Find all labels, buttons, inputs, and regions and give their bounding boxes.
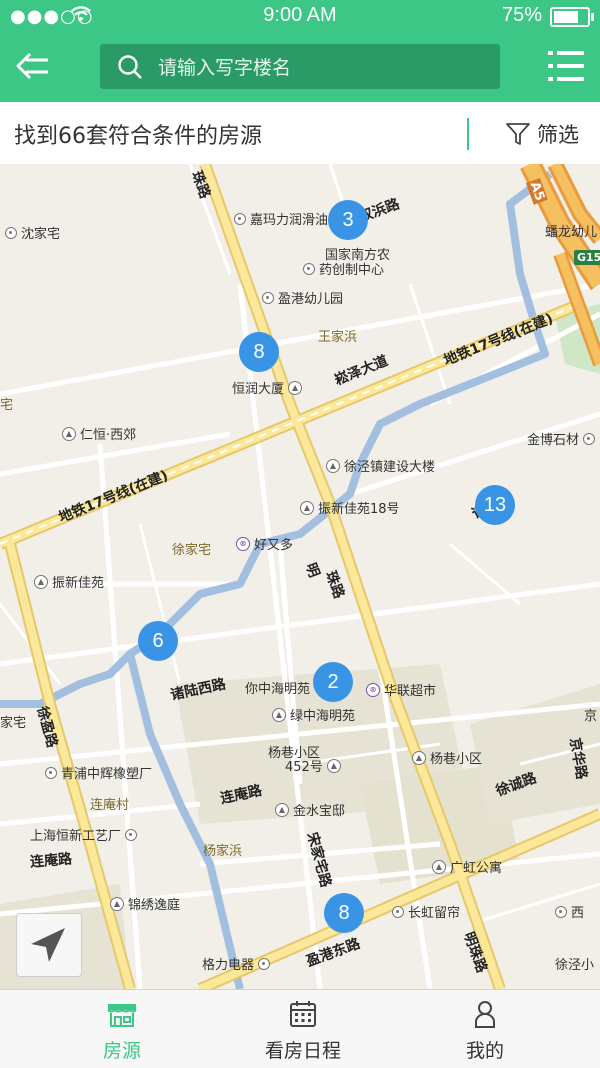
poi-lv-zhonghai[interactable]: ▲ 绿中海明苑	[272, 705, 355, 724]
poi-jinshuibao[interactable]: ▲ 金水宝邸	[275, 800, 345, 819]
poi-yangxiang452[interactable]: 452号 ▲	[285, 756, 341, 775]
filter-button[interactable]: 筛选	[505, 116, 579, 152]
poi-marker-icon	[303, 262, 315, 275]
building-icon: ▲	[272, 707, 286, 722]
poi-zhenxin[interactable]: ▲ 振新佳苑	[34, 572, 104, 591]
tab-schedule[interactable]: 看房日程	[203, 990, 403, 1068]
poi-guojia-nanfang[interactable]: 药创制中心	[303, 259, 384, 278]
tab-label: 房源	[102, 1040, 141, 1062]
battery-icon	[550, 7, 594, 27]
cluster-marker[interactable]: 8	[324, 893, 364, 933]
poi-yinggang-kindergarten[interactable]: 盈港幼儿园	[262, 288, 343, 307]
result-summary-bar: 找到66套符合条件的房源 筛选	[0, 102, 600, 165]
poi-zhai-left[interactable]: 宅	[0, 394, 13, 413]
cluster-marker[interactable]: 3	[328, 200, 368, 240]
cluster-marker[interactable]: 8	[239, 332, 279, 372]
building-icon: ▲	[326, 458, 340, 473]
funnel-icon	[506, 123, 530, 145]
search-bar[interactable]	[100, 44, 500, 91]
place-xujiazhai: 徐家宅	[172, 543, 212, 558]
back-arrow-icon[interactable]	[12, 44, 56, 88]
poi-xi-right[interactable]: 西	[555, 902, 584, 921]
building-icon: ▲	[326, 758, 341, 773]
poi-marker-icon	[258, 957, 271, 970]
poi-qingpu[interactable]: 青浦中辉橡塑厂	[45, 763, 152, 782]
poi-jiamali[interactable]: 嘉玛力润滑油	[234, 209, 328, 228]
place-wangjiabang: 王家浜	[318, 330, 358, 345]
tab-label: 我的	[465, 1040, 504, 1062]
top-navigation-bar	[0, 32, 600, 102]
result-count-text: 找到66套符合条件的房源	[14, 124, 262, 149]
shop-icon: ⊗	[366, 682, 380, 697]
poi-geli[interactable]: 格力电器	[202, 954, 271, 973]
building-icon: ▲	[110, 896, 124, 911]
poi-jinbo[interactable]: 金博石材	[527, 429, 596, 448]
tab-listings[interactable]: 房源	[22, 990, 222, 1068]
poi-marker-icon	[5, 226, 17, 239]
road-label-lianan-west: 连庵路	[29, 851, 73, 871]
building-icon: ▲	[34, 574, 48, 589]
cluster-marker[interactable]: 13	[475, 485, 515, 525]
poi-renheng[interactable]: ▲ 仁恒·西郊	[62, 424, 136, 443]
cluster-marker[interactable]: 6	[138, 621, 178, 661]
place-yangjiabang: 杨家浜	[203, 844, 243, 859]
poi-guanghong[interactable]: ▲ 广虹公寓	[432, 857, 502, 876]
poi-marker-icon	[125, 828, 138, 841]
list-menu-icon[interactable]	[546, 46, 586, 86]
poi-marker-icon	[392, 905, 404, 918]
highway-g15-shield: G15	[574, 250, 600, 265]
storefront-icon	[107, 1004, 137, 1027]
poi-marker-icon	[555, 905, 567, 918]
poi-hualian[interactable]: ⊗ 华联超市	[366, 680, 436, 699]
status-bar: ●●●○○ 9:00 AM 75%	[0, 0, 600, 32]
search-input[interactable]	[156, 44, 490, 91]
building-icon: ▲	[275, 802, 289, 817]
building-icon: ▲	[412, 750, 426, 765]
battery-percent: 75%	[501, 4, 542, 26]
poi-yangxiang[interactable]: ▲ 杨巷小区	[412, 748, 482, 767]
poi-jiajiazhai[interactable]: 家宅	[0, 712, 26, 731]
poi-shanghai-hengxin[interactable]: 上海恒新工艺厂	[30, 825, 138, 844]
poi-marker-icon	[234, 212, 246, 225]
filter-label: 筛选	[537, 123, 579, 147]
place-lianancun: 连庵村	[90, 798, 130, 813]
building-icon: ▲	[288, 380, 303, 395]
shop-icon: ⊗	[236, 536, 250, 551]
poi-marker-icon	[45, 766, 57, 779]
calendar-icon	[290, 1001, 316, 1027]
poi-jing-right[interactable]: 京	[584, 705, 597, 724]
poi-changhong[interactable]: 长虹留帘	[392, 902, 460, 921]
building-icon: ▲	[62, 426, 76, 441]
poi-marker-icon	[583, 432, 596, 445]
locate-arrow-icon	[31, 928, 65, 962]
user-icon	[475, 1001, 495, 1028]
poi-haoyouduo[interactable]: ⊗ 好又多	[236, 534, 293, 553]
poi-zhenxin18[interactable]: ▲ 振新佳苑18号	[300, 498, 400, 517]
building-icon: ▲	[432, 859, 446, 874]
divider	[467, 118, 469, 150]
cluster-marker[interactable]: 2	[313, 662, 353, 702]
tab-me[interactable]: 我的	[385, 990, 585, 1068]
locate-button[interactable]	[16, 913, 82, 977]
bottom-tab-bar: 房源 看房日程 我的	[0, 989, 600, 1068]
poi-shenjiazhai[interactable]: 沈家宅	[5, 223, 60, 242]
map-view[interactable]: 珠路 双浜路 崧泽大道 地铁17号线(在建) 地铁17号线(在建) 明 珠路 徐…	[0, 164, 600, 989]
poi-jinxiu[interactable]: ▲ 锦绣逸庭	[110, 894, 180, 913]
poi-shanglong[interactable]: 蟠龙幼儿	[545, 221, 597, 240]
poi-henrun[interactable]: 恒润大厦 ▲	[232, 378, 303, 397]
search-icon	[118, 55, 142, 79]
poi-marker-icon	[262, 291, 274, 304]
poi-ni-zhonghai[interactable]: 你中海明苑	[245, 678, 310, 697]
poi-xujingxiao[interactable]: 徐泾小	[555, 954, 594, 973]
tab-label: 看房日程	[264, 1040, 341, 1062]
poi-xujing-dev[interactable]: ▲ 徐泾镇建设大楼	[326, 456, 435, 475]
building-icon: ▲	[300, 500, 314, 515]
